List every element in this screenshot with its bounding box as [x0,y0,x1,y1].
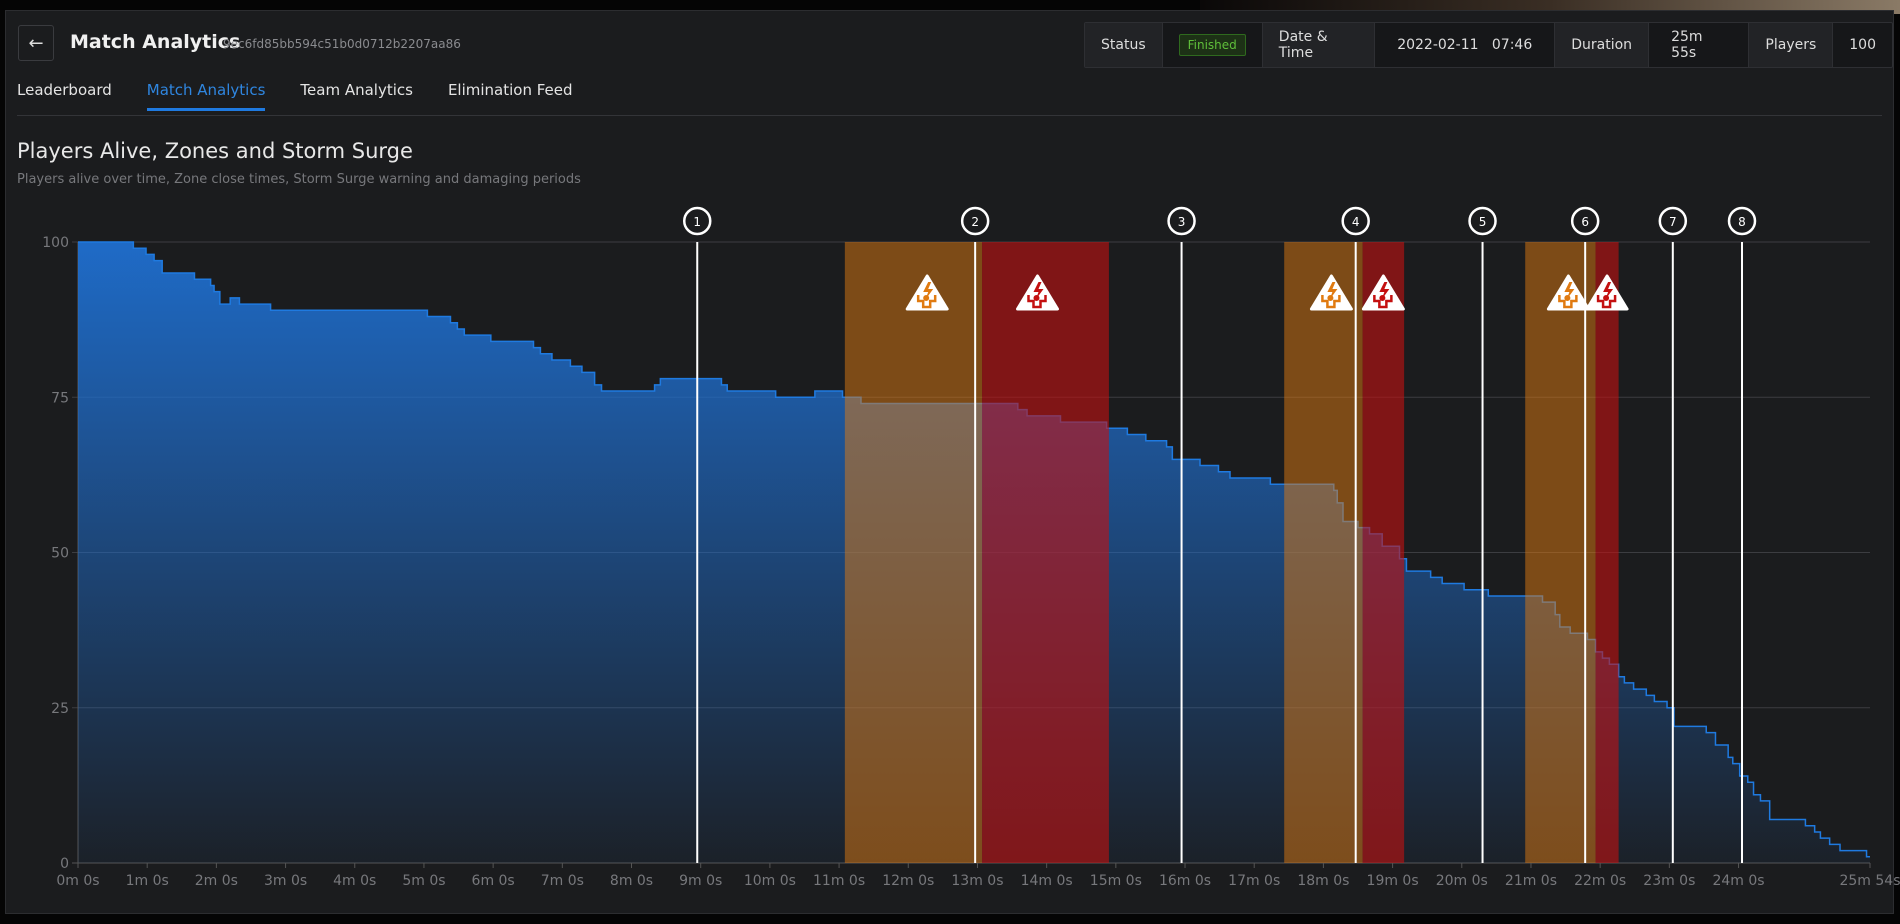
x-tick-label: 3m 0s [264,873,307,889]
storm-surge-damaging-band [982,242,1109,863]
x-tick-label: 22m 0s [1574,873,1626,889]
x-tick-label: 14m 0s [1021,873,1073,889]
storm-surge-warning-band [1284,242,1363,863]
x-tick-label: 18m 0s [1297,873,1349,889]
x-tick-label: 19m 0s [1367,873,1419,889]
x-tick-label: 5m 0s [402,873,445,889]
storm-surge-warning-band [844,242,983,863]
storm-surge-damaging-band [1595,242,1619,863]
zone-marker-label: 1 [693,215,701,229]
storm-surge-damaging-band [1362,242,1405,863]
zone-marker-label: 5 [1479,215,1487,229]
x-tick-label: 10m 0s [744,873,796,889]
players-alive-chart: 0 25 50 75 100 1 2 3 4 5 6 7 8 0m 0s 1m 0s 2m 0s 3m 0s 4m… [42,206,1900,889]
x-tick-label: 9m 0s [679,873,722,889]
y-tick-label: 100 [42,235,69,251]
zone-marker-label: 7 [1669,215,1677,229]
x-tick-label: 17m 0s [1228,873,1280,889]
x-tick-label: 16m 0s [1159,873,1211,889]
x-tick-label: 1m 0s [126,873,169,889]
x-tick-label: 15m 0s [1090,873,1142,889]
zone-marker-label: 3 [1178,215,1186,229]
x-tick-label: 2m 0s [195,873,238,889]
x-tick-label: 21m 0s [1505,873,1557,889]
zone-marker-label: 8 [1738,215,1746,229]
x-tick-label: 8m 0s [610,873,653,889]
x-tick-label: 0m 0s [56,873,99,889]
x-tick-label: 24m 0s [1712,873,1764,889]
y-tick-label: 0 [60,856,69,872]
zone-marker-label: 6 [1581,215,1589,229]
x-tick-label: 4m 0s [333,873,376,889]
zone-marker-label: 2 [971,215,979,229]
x-tick-label: 7m 0s [541,873,584,889]
x-tick-label: 11m 0s [813,873,865,889]
zone-marker-label: 4 [1352,215,1360,229]
x-tick-label: 20m 0s [1436,873,1488,889]
x-tick-label: 13m 0s [951,873,1003,889]
y-tick-label: 50 [51,546,69,562]
x-tick-label: 6m 0s [472,873,515,889]
x-tick-label: 25m 54s [1839,873,1900,889]
x-tick-label: 23m 0s [1643,873,1695,889]
x-tick-label: 12m 0s [882,873,934,889]
y-tick-label: 75 [51,390,69,406]
y-tick-label: 25 [51,701,69,717]
